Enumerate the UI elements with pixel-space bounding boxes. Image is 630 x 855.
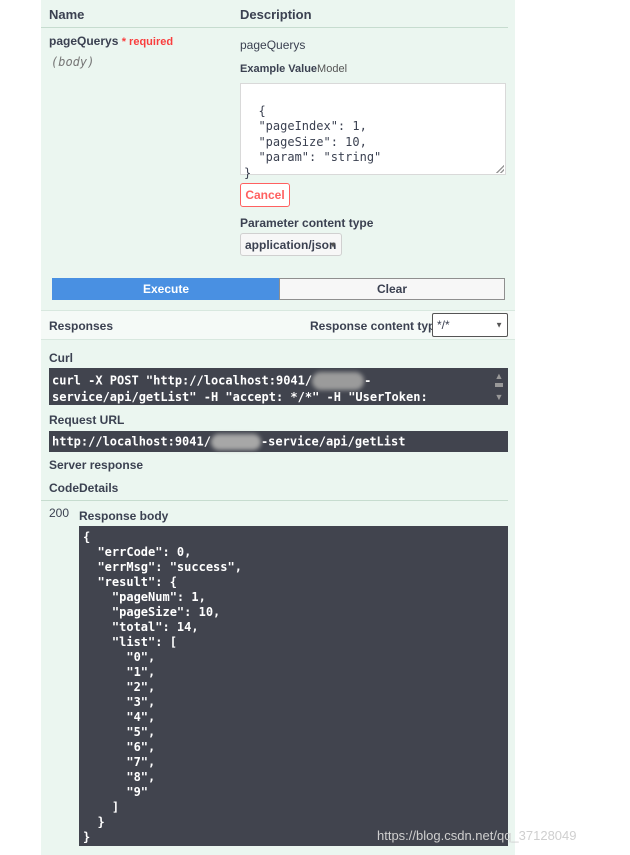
body-textarea-value: { "pageIndex": 1, "pageSize": 10, "param… — [244, 103, 382, 180]
response-content-type-value: */* — [437, 318, 450, 332]
header-divider — [41, 27, 508, 28]
chevron-down-icon: ▼ — [495, 320, 503, 330]
redacted-block — [210, 434, 261, 450]
curl-scrollbar[interactable]: ▲ ▼ — [492, 370, 506, 403]
tab-example-value[interactable]: Example Value — [240, 63, 317, 75]
redacted-block — [312, 372, 365, 390]
arrow-up-icon[interactable]: ▲ — [494, 371, 504, 381]
param-content-type-select[interactable]: application/json ▼ — [240, 233, 342, 256]
tab-model[interactable]: Model — [317, 63, 347, 75]
resize-handle-icon[interactable] — [496, 165, 504, 173]
watermark-text: https://blog.csdn.net/qq_37128049 — [377, 828, 577, 843]
response-content-type-select[interactable]: */* ▼ — [432, 313, 508, 337]
responses-title: Responses — [49, 319, 114, 333]
response-content-type-label: Response content type — [310, 319, 443, 333]
request-url-prefix: http://localhost:9041/ — [52, 434, 211, 449]
status-code: 200 — [49, 506, 70, 520]
cancel-button[interactable]: Cancel — [240, 183, 290, 207]
chevron-down-icon: ▼ — [329, 240, 337, 249]
curl-command-box[interactable]: curl -X POST "http://localhost:9041/ - se… — [49, 368, 508, 405]
param-name: pageQuerys * required — [49, 34, 173, 48]
curl-label: Curl — [49, 351, 73, 365]
column-header-description: Description — [240, 7, 312, 22]
column-header-name: Name — [49, 7, 85, 22]
response-divider — [41, 500, 508, 501]
example-model-tabs: Example ValueModel — [240, 63, 347, 75]
request-url-box: http://localhost:9041/ -service/api/getLi… — [49, 431, 508, 452]
body-textarea[interactable]: { "pageIndex": 1, "pageSize": 10, "param… — [240, 83, 506, 180]
code-column-header: Code — [49, 481, 79, 495]
param-name-text: pageQuerys — [49, 34, 119, 48]
param-content-type-label: Parameter content type — [240, 216, 374, 230]
curl-line-1: curl -X POST "http://localhost:9041/ — [52, 373, 313, 388]
arrow-down-icon[interactable]: ▼ — [494, 392, 504, 402]
curl-line-2: service/api/getList" -H "accept: */*" -H… — [52, 390, 428, 404]
param-description: pageQuerys — [240, 38, 306, 52]
response-body-box[interactable]: { "errCode": 0, "errMsg": "success", "re… — [79, 526, 508, 846]
request-url-suffix: -service/api/getList — [260, 434, 406, 449]
response-body-label: Response body — [79, 509, 169, 523]
clear-button[interactable]: Clear — [279, 278, 505, 300]
scroll-thumb[interactable] — [495, 383, 503, 387]
request-url-label: Request URL — [49, 413, 125, 427]
server-response-label: Server response — [49, 458, 144, 472]
details-column-header: Details — [79, 481, 119, 495]
execute-button[interactable]: Execute — [52, 278, 280, 300]
curl-line-1-tail: - — [364, 373, 372, 388]
param-location: (body) — [51, 55, 95, 69]
response-body-json: { "errCode": 0, "errMsg": "success", "re… — [83, 530, 242, 844]
param-content-type-value: application/json — [245, 237, 337, 252]
server-response-columns: CodeDetails — [49, 481, 118, 495]
required-badge: * required — [121, 36, 174, 48]
